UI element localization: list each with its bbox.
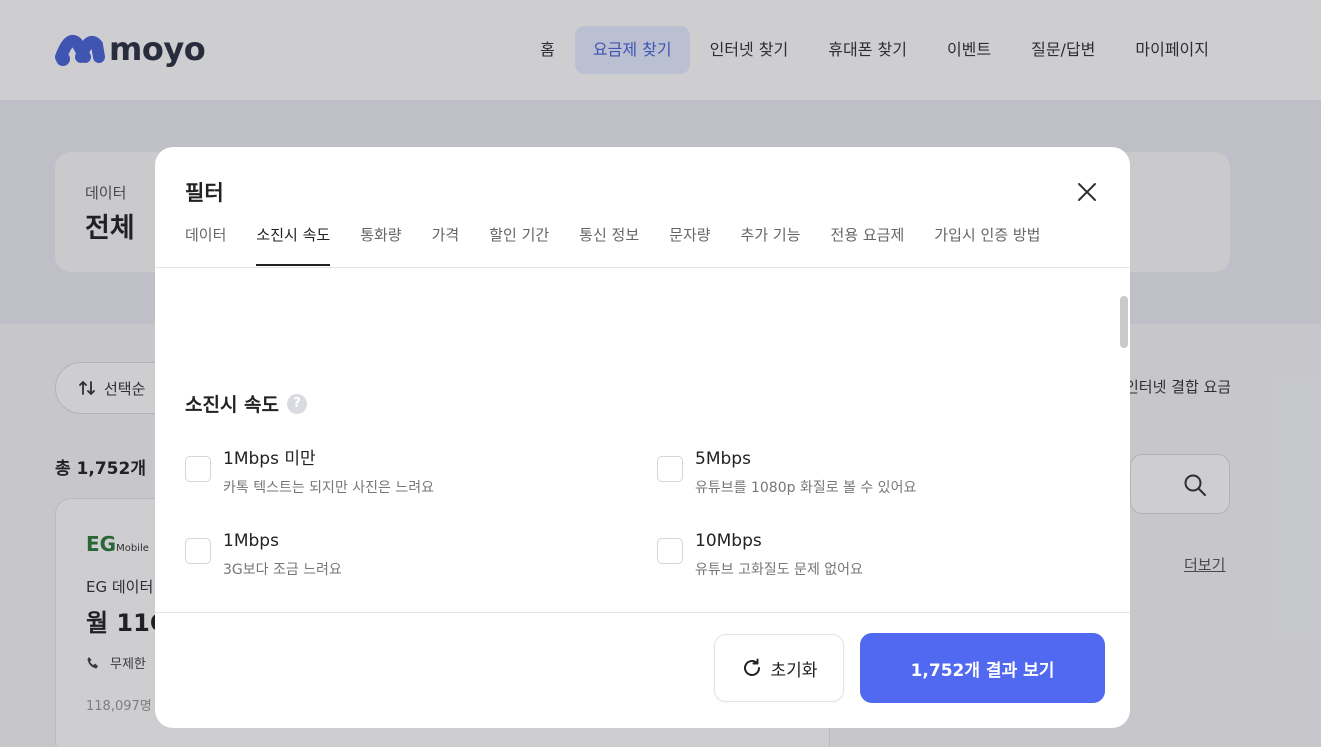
- refresh-icon: [743, 658, 760, 676]
- help-icon[interactable]: ?: [287, 393, 308, 414]
- tab-price[interactable]: 가격: [432, 213, 460, 267]
- reset-button[interactable]: 초기화: [714, 634, 844, 702]
- scrollbar-thumb[interactable]: [1120, 296, 1128, 348]
- section-title: 소진시 속도 ?: [185, 390, 308, 417]
- tab-extra-features[interactable]: 추가 기능: [741, 213, 801, 267]
- show-results-button[interactable]: 1,752개 결과 보기: [860, 633, 1105, 703]
- checkbox[interactable]: [185, 538, 211, 564]
- modal-title: 필터: [185, 181, 224, 205]
- tab-signup-auth[interactable]: 가입시 인증 방법: [934, 213, 1040, 267]
- option-desc: 카톡 텍스트는 되지만 사진은 느려요: [223, 480, 434, 496]
- close-icon[interactable]: [1074, 179, 1100, 205]
- checkbox[interactable]: [185, 456, 211, 482]
- option-desc: 유튜브를 1080p 화질로 볼 수 있어요: [695, 480, 917, 496]
- filter-modal: 필터 데이터 소진시 속도 통화량 가격 할인 기간 통신 정보 문자량 추가 …: [155, 147, 1130, 728]
- tab-exclusive-plans[interactable]: 전용 요금제: [831, 213, 905, 267]
- tab-discount-period[interactable]: 할인 기간: [489, 213, 549, 267]
- tab-sms-amount[interactable]: 문자량: [669, 213, 710, 267]
- option-under-1mbps[interactable]: 1Mbps 미만 카톡 텍스트는 되지만 사진은 느려요: [185, 448, 434, 497]
- tab-call-amount[interactable]: 통화량: [360, 213, 401, 267]
- option-label: 1Mbps: [223, 531, 279, 551]
- checkbox[interactable]: [657, 538, 683, 564]
- filter-tabs: 데이터 소진시 속도 통화량 가격 할인 기간 통신 정보 문자량 추가 기능 …: [185, 213, 1070, 267]
- option-1mbps[interactable]: 1Mbps 3G보다 조금 느려요: [185, 530, 342, 579]
- option-label: 1Mbps 미만: [223, 449, 316, 469]
- option-5mbps[interactable]: 5Mbps 유튜브를 1080p 화질로 볼 수 있어요: [657, 448, 916, 497]
- reset-label: 초기화: [770, 660, 818, 681]
- tab-data[interactable]: 데이터: [185, 213, 226, 267]
- tab-network-info[interactable]: 통신 정보: [579, 213, 639, 267]
- option-label: 5Mbps: [695, 449, 751, 469]
- filter-scroll-area[interactable]: 소진시 속도 ? 1Mbps 미만 카톡 텍스트는 되지만 사진은 느려요 5M…: [155, 268, 1130, 612]
- option-desc: 유튜브 고화질도 문제 없어요: [695, 562, 863, 578]
- footer-divider: [155, 612, 1130, 613]
- tab-throttle-speed[interactable]: 소진시 속도: [256, 213, 330, 267]
- option-label: 10Mbps: [695, 531, 762, 551]
- option-10mbps[interactable]: 10Mbps 유튜브 고화질도 문제 없어요: [657, 530, 863, 579]
- checkbox[interactable]: [657, 456, 683, 482]
- option-desc: 3G보다 조금 느려요: [223, 562, 342, 578]
